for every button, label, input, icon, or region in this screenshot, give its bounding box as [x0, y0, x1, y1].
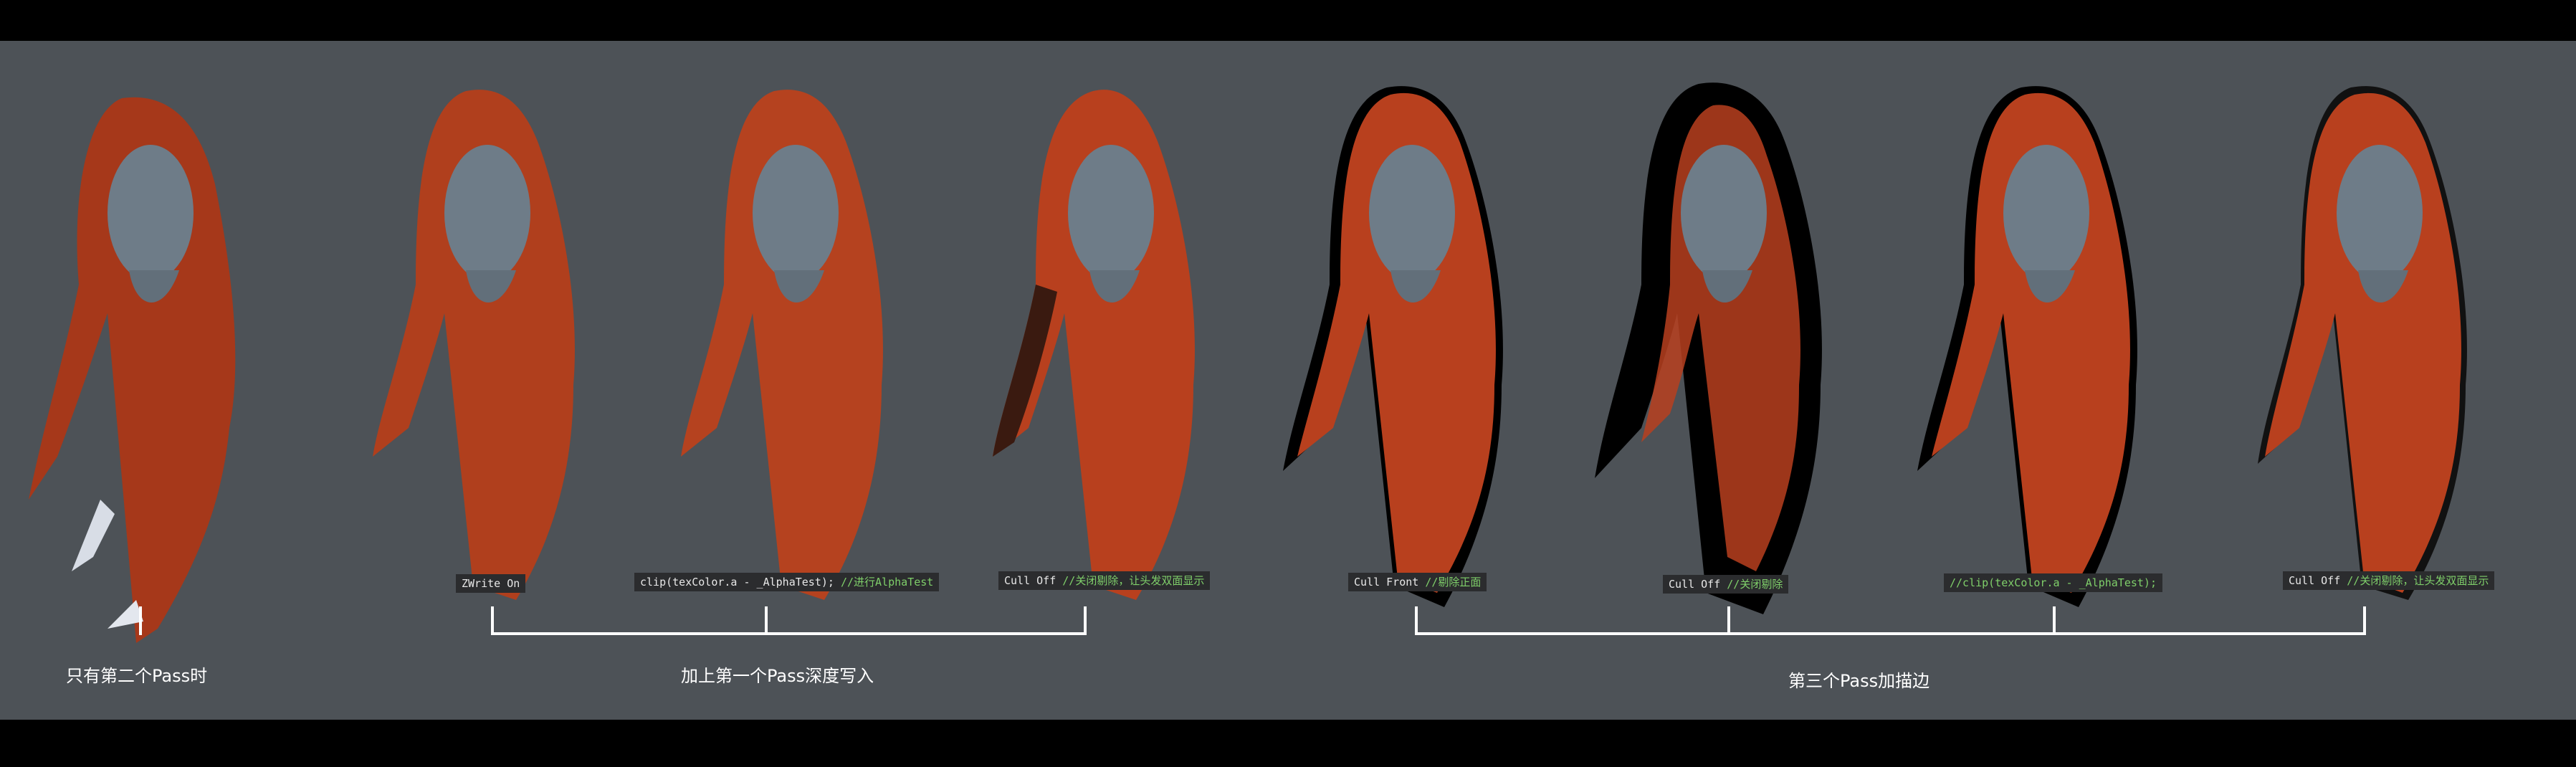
- group2-bracket-right: [1084, 606, 1087, 635]
- code-text: ZWrite On: [462, 577, 520, 590]
- group2-bracket-bar: [491, 632, 1087, 635]
- code-comment: //关闭剔除: [1720, 578, 1783, 591]
- group2-bracket-mid: [765, 606, 768, 635]
- code-text: Cull Off: [2289, 574, 2341, 587]
- group3-bracket-3: [2053, 606, 2056, 635]
- code-text: Cull Front: [1354, 576, 1419, 589]
- code-label-zwrite: ZWrite On: [456, 574, 526, 593]
- code-text: Cull Off: [1004, 574, 1056, 587]
- hair-render-2: [344, 55, 631, 650]
- code-comment: //关闭剔除，让头发双面显示: [1056, 574, 1205, 587]
- code-label-clip: clip(texColor.a - _AlphaTest); //进行Alpha…: [634, 573, 940, 591]
- hair-render-4: [957, 55, 1244, 650]
- caption-group3: 第三个Pass加描边: [1788, 671, 1930, 691]
- code-comment: //进行AlphaTest: [834, 576, 934, 589]
- code-label-clip-commented: //clip(texColor.a - _AlphaTest);: [1944, 573, 2162, 592]
- group3-bracket-4: [2363, 606, 2366, 635]
- hair-render-6: [1577, 55, 1864, 650]
- caption-group2: 加上第一个Pass深度写入: [681, 666, 874, 686]
- code-text: Cull Off: [1669, 578, 1721, 591]
- hair-render-7: [1899, 55, 2186, 650]
- code-label-cull-off-1: Cull Off //关闭剔除，让头发双面显示: [998, 571, 1211, 590]
- hair-render-8: [2229, 55, 2516, 650]
- render-panel: ZWrite On clip(texColor.a - _AlphaTest);…: [0, 41, 2576, 720]
- code-comment: //剔除正面: [1418, 576, 1482, 589]
- group2-bracket-left: [491, 606, 494, 635]
- hair-render-1: [14, 55, 301, 650]
- code-comment: //clip(texColor.a - _AlphaTest);: [1950, 576, 2157, 589]
- hair-render-5: [1265, 55, 1552, 650]
- group3-bracket-bar: [1415, 632, 2366, 635]
- caption-group1: 只有第二个Pass时: [66, 666, 208, 686]
- group1-tick: [139, 606, 142, 635]
- code-comment: //关闭剔除，让头发双面显示: [2340, 574, 2489, 587]
- group3-bracket-1: [1415, 606, 1418, 635]
- group3-bracket-2: [1727, 606, 1730, 635]
- code-label-cull-off-2: Cull Off //关闭剔除: [1663, 575, 1789, 594]
- code-label-cull-off-3: Cull Off //关闭剔除，让头发双面显示: [2283, 571, 2495, 590]
- code-label-cull-front: Cull Front //剔除正面: [1348, 573, 1487, 591]
- code-text: clip(texColor.a - _AlphaTest);: [640, 576, 834, 589]
- hair-render-3: [652, 55, 939, 650]
